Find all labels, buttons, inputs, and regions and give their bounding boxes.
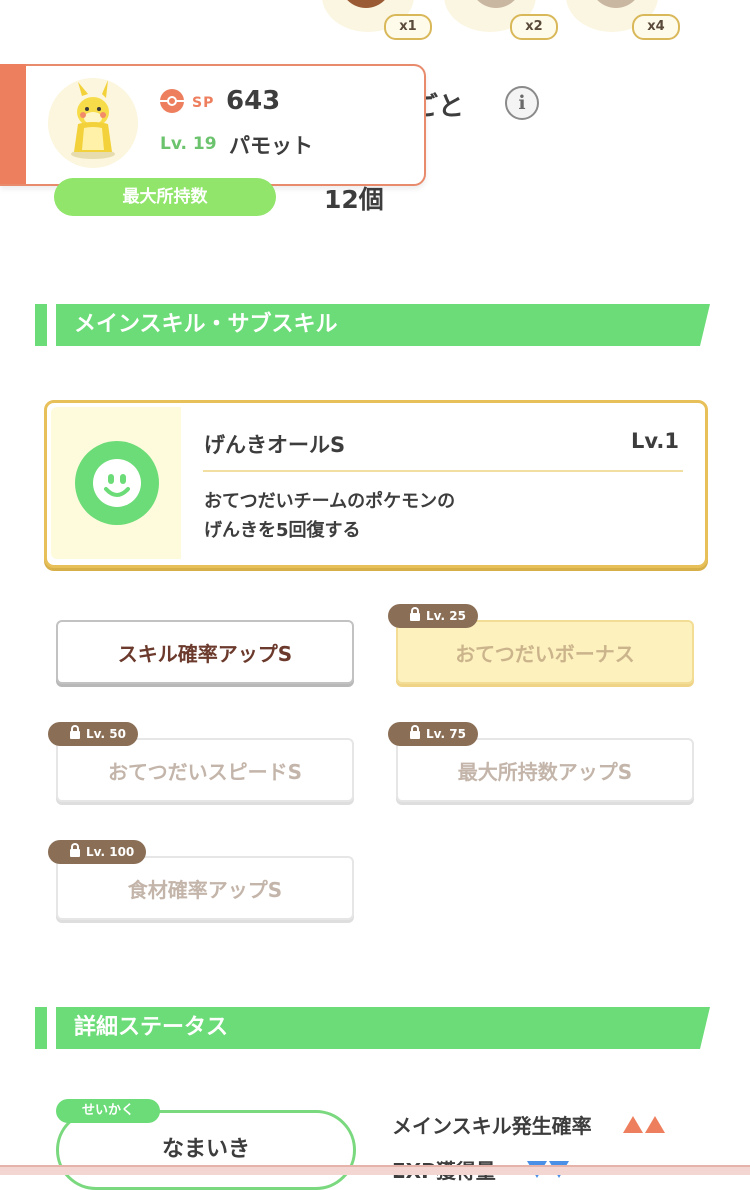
section-header-status: 詳細ステータス — [56, 1007, 710, 1049]
ingredient-qty: x1 — [384, 14, 432, 40]
pokemon-avatar — [48, 78, 138, 168]
bottom-panel-edge — [0, 1165, 750, 1175]
main-skill-level: Lv.1 — [631, 429, 679, 453]
stat-label: メインスキル発生確率 — [392, 1114, 592, 1138]
lock-level: Lv. 25 — [426, 609, 466, 623]
lock-level: Lv. 75 — [426, 727, 466, 741]
ingredient-qty: x4 — [632, 14, 680, 40]
lock-level-badge: Lv. 50 — [48, 722, 138, 746]
lock-icon — [410, 725, 420, 739]
stat-up-arrows — [622, 1114, 667, 1138]
lock-level: Lv. 100 — [86, 845, 135, 859]
sub-skill-button[interactable]: 最大所持数アップS — [396, 738, 694, 802]
divider — [203, 470, 683, 472]
header-accent — [0, 64, 26, 184]
section-stripe — [35, 1007, 47, 1049]
main-skill-card[interactable]: げんきオールS Lv.1 おてつだいチームのポケモンの げんきを5回復する — [44, 400, 708, 568]
info-icon[interactable]: i — [505, 86, 539, 120]
lock-icon — [70, 725, 80, 739]
pokemon-name: パモット — [229, 134, 313, 158]
sub-skill-button[interactable]: おてつだいスピードS — [56, 738, 354, 802]
description-line: おてつだいチームのポケモンの — [204, 491, 456, 512]
section-stripe — [35, 304, 47, 346]
sub-skill-button[interactable]: おてつだいボーナス — [396, 620, 694, 684]
pawmo-icon — [71, 80, 115, 159]
lock-level-badge: Lv. 100 — [48, 840, 147, 864]
sp-label: SP — [192, 95, 215, 111]
description-line: げんきを5回復する — [204, 520, 361, 541]
up-arrow-icon — [644, 1116, 665, 1133]
stat-row: メインスキル発生確率 — [392, 1110, 667, 1139]
capacity-label: 最大所持数 — [54, 178, 276, 216]
lock-level-badge: Lv. 25 — [388, 604, 478, 628]
section-title: 詳細ステータス — [74, 1015, 229, 1040]
section-header-skills: メインスキル・サブスキル — [56, 304, 710, 346]
pokemon-level: Lv. 19 — [160, 134, 217, 154]
section-title: メインスキル・サブスキル — [74, 312, 338, 337]
sp-value: 643 — [226, 86, 281, 116]
capacity-value: 12個 — [324, 185, 384, 214]
main-skill-icon-panel — [51, 407, 181, 559]
nature-label: せいかく — [56, 1099, 160, 1123]
smiley-icon — [75, 441, 159, 525]
lock-level-badge: Lv. 75 — [388, 722, 478, 746]
lock-level: Lv. 50 — [86, 727, 126, 741]
nature-value: なまいき — [161, 1137, 250, 1162]
up-arrow-icon — [622, 1116, 643, 1133]
lock-icon — [410, 607, 420, 621]
main-skill-description: おてつだいチームのポケモンの げんきを5回復する — [204, 487, 644, 545]
pokeball-icon — [160, 89, 184, 113]
sub-skill-button[interactable]: 食材確率アップS — [56, 856, 354, 920]
ingredient-qty: x2 — [510, 14, 558, 40]
sub-skill-button[interactable]: スキル確率アップS — [56, 620, 354, 684]
lock-icon — [70, 843, 80, 857]
main-skill-name: げんきオールS — [204, 433, 346, 457]
